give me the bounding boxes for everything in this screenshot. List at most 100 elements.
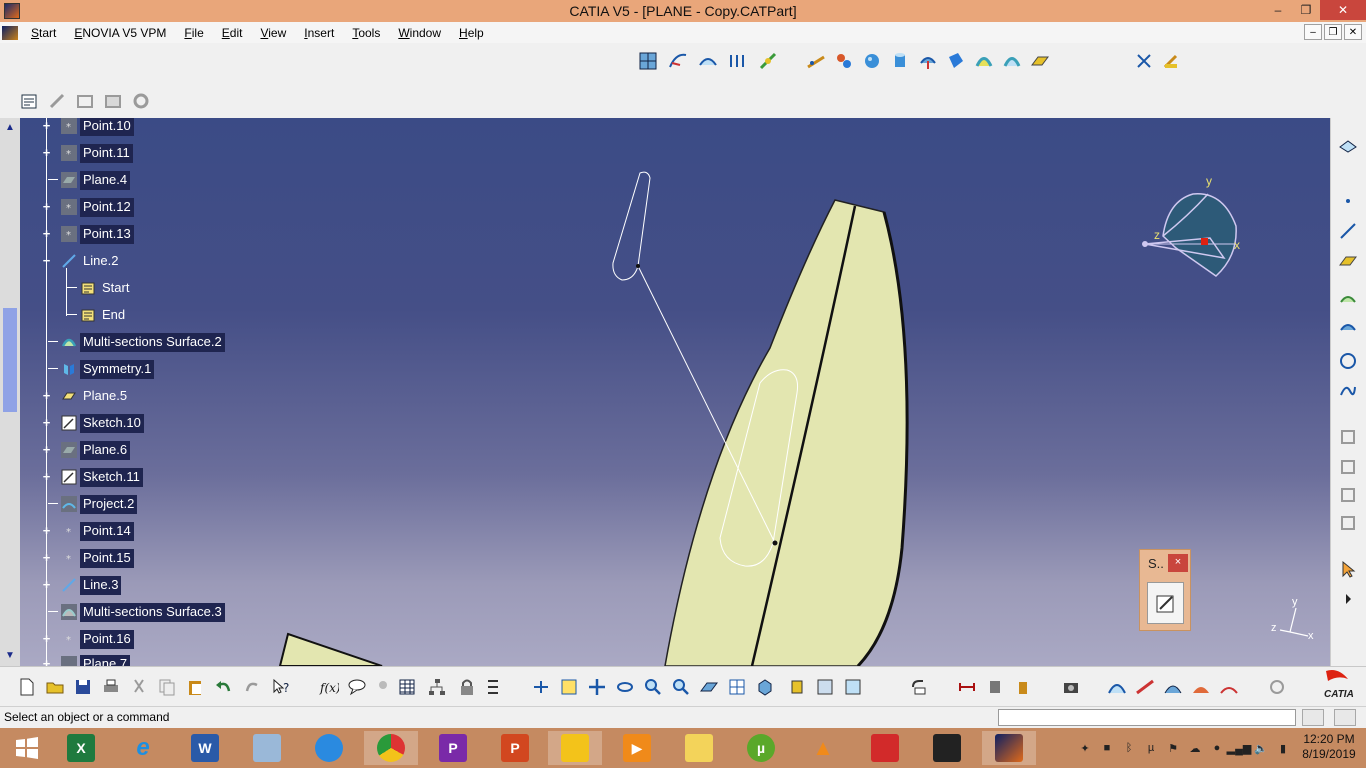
battery-icon[interactable]: ▮ <box>1273 739 1293 757</box>
mass-icon[interactable] <box>1012 676 1034 698</box>
disabled-tool-2-icon[interactable] <box>74 90 96 112</box>
open-folder-icon[interactable] <box>44 676 66 698</box>
3d-viewport[interactable]: ▲ ▼ + * Point.10 + * Point.11 Plane.4 + … <box>0 118 1330 666</box>
tree-node-label[interactable]: Point.16 <box>80 630 134 649</box>
compass-widget[interactable]: y z x <box>1138 174 1248 286</box>
taskbar-chrome[interactable] <box>364 731 418 765</box>
menu-view[interactable]: View <box>251 26 295 40</box>
expand-icon[interactable]: + <box>41 523 52 538</box>
analysis-icon[interactable] <box>1106 676 1128 698</box>
taskbar-folder[interactable] <box>672 731 726 765</box>
update-icon[interactable] <box>908 676 930 698</box>
join-icon[interactable] <box>757 50 779 72</box>
multi-sections-tool-icon[interactable] <box>973 50 995 72</box>
curvature-icon[interactable] <box>1162 676 1184 698</box>
sweep-icon[interactable] <box>667 50 689 72</box>
point-tool-icon[interactable] <box>805 50 827 72</box>
tree-scrollbar[interactable]: ▲ ▼ <box>0 118 20 666</box>
taskbar-reader[interactable] <box>858 731 912 765</box>
tray-security-icon[interactable]: ■ <box>1097 739 1117 757</box>
menu-tools[interactable]: Tools <box>343 26 389 40</box>
extrude-surface-icon[interactable] <box>697 50 719 72</box>
tree-node-label[interactable]: Point.14 <box>80 522 134 541</box>
select-arrow-icon[interactable] <box>1337 558 1359 580</box>
redo-icon[interactable] <box>242 676 264 698</box>
disabled-tool-icon[interactable] <box>1337 512 1359 534</box>
tray-chrome-icon[interactable]: ● <box>1207 739 1227 757</box>
blend-icon[interactable] <box>1001 50 1023 72</box>
plane-tool-icon[interactable] <box>1029 50 1051 72</box>
plane-tool-icon[interactable] <box>1337 250 1359 272</box>
swap-space-icon[interactable] <box>842 676 864 698</box>
copy-icon[interactable] <box>156 676 178 698</box>
hierarchy-icon[interactable] <box>426 676 448 698</box>
menu-start[interactable]: Start <box>22 26 65 40</box>
doc-close-button[interactable]: ✕ <box>1344 24 1362 40</box>
circle-tool-icon[interactable] <box>1337 350 1359 372</box>
tree-node-label[interactable]: Sketch.10 <box>80 414 144 433</box>
tree-node-label[interactable]: End <box>99 306 128 325</box>
taskbar-powerpoint[interactable]: P <box>488 731 542 765</box>
knowledge-icon[interactable] <box>372 676 394 698</box>
scroll-thumb[interactable] <box>3 308 17 412</box>
onedrive-icon[interactable]: ☁ <box>1185 739 1205 757</box>
undo-icon[interactable] <box>212 676 234 698</box>
menu-help[interactable]: Help <box>450 26 493 40</box>
porcupine-icon[interactable] <box>1218 676 1240 698</box>
expand-icon[interactable]: + <box>41 415 52 430</box>
command-clear-button[interactable] <box>1334 709 1356 726</box>
extract-icon[interactable] <box>1133 50 1155 72</box>
tray-utorrent-icon[interactable]: µ <box>1141 739 1161 757</box>
tree-node-label[interactable]: Point.10 <box>80 118 134 136</box>
scroll-down-icon[interactable]: ▼ <box>3 650 17 664</box>
expand-icon[interactable]: + <box>41 442 52 457</box>
measure-icon[interactable] <box>956 676 978 698</box>
taskbar-internet-explorer[interactable]: e <box>116 731 170 765</box>
tree-node-label[interactable]: Start <box>99 279 132 298</box>
capture-camera-icon[interactable] <box>1060 676 1082 698</box>
zoom-in-icon[interactable] <box>642 676 664 698</box>
fill-surface-icon[interactable] <box>945 50 967 72</box>
collapse-icon[interactable]: − <box>41 253 52 268</box>
projection-icon[interactable] <box>1337 286 1359 308</box>
point-tool-icon[interactable] <box>1337 190 1359 212</box>
table-icon[interactable] <box>396 676 418 698</box>
draft-analysis-icon[interactable] <box>1134 676 1156 698</box>
taskbar-sync[interactable] <box>302 731 356 765</box>
sphere-icon[interactable] <box>861 50 883 72</box>
bluetooth-icon[interactable]: ᛒ <box>1119 739 1139 757</box>
taskbar-vlc[interactable]: ▲ <box>796 731 850 765</box>
menu-edit[interactable]: Edit <box>213 26 252 40</box>
taskbar-catia[interactable] <box>982 731 1036 765</box>
menu-file[interactable]: File <box>175 26 212 40</box>
expand-icon[interactable]: + <box>41 656 52 666</box>
workbench-icon[interactable] <box>1337 134 1359 156</box>
command-toggle-button[interactable] <box>1302 709 1324 726</box>
intersection-icon[interactable] <box>1337 314 1359 336</box>
pan-icon[interactable] <box>586 676 608 698</box>
tree-node-label[interactable]: Line.3 <box>80 576 122 595</box>
expand-icon[interactable]: + <box>41 631 52 646</box>
menu-enovia[interactable]: ENOVIA V5 VPM <box>65 26 175 40</box>
comment-icon[interactable] <box>346 676 368 698</box>
taskbar-utorrent[interactable]: µ <box>734 731 788 765</box>
save-icon[interactable] <box>72 676 94 698</box>
palette-close-button[interactable]: × <box>1168 554 1188 572</box>
disabled-tool-icon[interactable] <box>1337 426 1359 448</box>
cut-icon[interactable] <box>128 676 150 698</box>
tree-node-label[interactable]: Multi-sections Surface.2 <box>80 333 225 352</box>
sketch-tool-icon[interactable] <box>1161 50 1183 72</box>
tree-node-label[interactable]: Plane.4 <box>80 171 131 190</box>
new-file-icon[interactable] <box>16 676 38 698</box>
paste-icon[interactable] <box>184 676 206 698</box>
hide-show-icon[interactable] <box>814 676 836 698</box>
tree-node-label[interactable]: Point.13 <box>80 225 134 244</box>
expand-icon[interactable]: + <box>41 388 52 403</box>
windows-start-button[interactable] <box>0 731 54 765</box>
wireframe-grid-icon[interactable] <box>637 50 659 72</box>
disabled-tool-icon[interactable] <box>1337 484 1359 506</box>
doc-minimize-button[interactable]: – <box>1304 24 1322 40</box>
tree-node-label[interactable]: Plane.7 <box>80 655 131 666</box>
taskbar-camera-app[interactable] <box>920 731 974 765</box>
multi-view-icon[interactable] <box>726 676 748 698</box>
